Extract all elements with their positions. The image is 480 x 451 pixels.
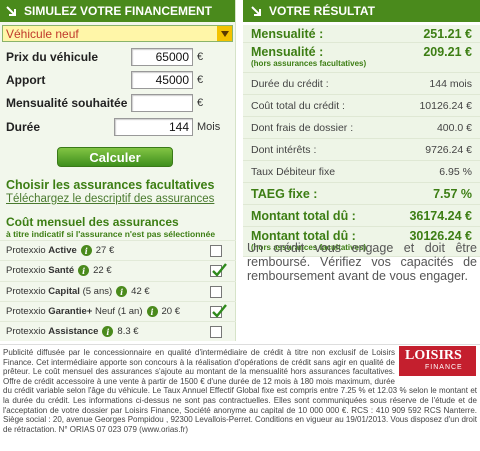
credit-warning: Un crédit vous engage et doit être rembo…	[247, 241, 477, 283]
result-row-duration: Durée du crédit : 144 mois	[243, 73, 480, 95]
fees-value: 400.0 €	[436, 121, 472, 134]
apport-unit: €	[197, 74, 204, 86]
interest-label: Dont intérêts :	[251, 143, 317, 156]
insurance-checkbox-capital[interactable]	[210, 285, 222, 298]
calculate-button[interactable]: Calculer	[57, 147, 173, 167]
result-row-total-cost: Coût total du crédit : 10126.24 €	[243, 95, 480, 117]
result-row-monthly: Mensualité : 251.21 €	[243, 25, 480, 43]
insurance-checkbox-active[interactable]	[210, 244, 222, 257]
insurance-cost-title: Coût mensuel des assurances	[6, 215, 179, 229]
result-panel: VOTRE RÉSULTAT Mensualité : 251.21 € Men…	[243, 0, 480, 257]
total-cost-value: 10126.24 €	[419, 99, 472, 112]
insurance-name: Protexxio Assistance	[6, 326, 99, 337]
insurance-row: Protexxio Capital (5 ans) i 42 €	[0, 281, 236, 301]
total-cost-label: Coût total du crédit :	[251, 99, 345, 112]
rate-value: 6.95 %	[439, 165, 472, 178]
simulation-panel: SIMULEZ VOTRE FINANCEMENT Véhicule neuf …	[0, 0, 236, 341]
insurance-price: 22 €	[93, 265, 112, 276]
apport-input[interactable]: 45000	[131, 71, 193, 89]
monthly-result-label: Mensualité :	[251, 26, 324, 41]
arrow-down-right-icon	[4, 4, 18, 18]
simulation-header-title: SIMULEZ VOTRE FINANCEMENT	[24, 4, 212, 18]
price-row: Prix du véhicule 65000 €	[6, 48, 232, 66]
result-row-interest: Dont intérêts : 9726.24 €	[243, 139, 480, 161]
duration-unit: Mois	[197, 121, 221, 133]
price-unit: €	[197, 51, 204, 63]
insurance-cost-subtitle: à titre indicatif si l'assurance n'est p…	[6, 229, 216, 239]
monthly-result-value: 251.21 €	[423, 26, 472, 41]
result-header-title: VOTRE RÉSULTAT	[269, 4, 375, 18]
vehicle-type-value: Véhicule neuf	[6, 27, 79, 41]
insurance-row: Protexxio Active i 27 €	[0, 240, 236, 260]
legal-text: Publicité diffusée par le concessionnair…	[3, 348, 477, 434]
result-row-taeg: TAEG fixe : 7.57 %	[243, 183, 480, 205]
info-icon[interactable]: i	[146, 306, 158, 317]
rate-label: Taux Débiteur fixe	[251, 165, 336, 178]
insurance-name: Protexxio Active	[6, 245, 77, 256]
insurance-checkbox-sante[interactable]	[210, 262, 227, 277]
monthly-excl-label: Mensualité : (hors assurances facultative…	[251, 45, 367, 68]
taeg-value: 7.57 %	[433, 186, 472, 201]
monthly-unit: €	[197, 97, 204, 109]
interest-value: 9726.24 €	[425, 143, 472, 156]
insurance-price: 27 €	[95, 245, 115, 256]
taeg-label: TAEG fixe :	[251, 186, 318, 201]
total-due-label: Montant total dû :	[251, 208, 356, 223]
insurance-row: Protexxio Garantie+ Neuf (1 an) i 20 €	[0, 301, 236, 321]
fees-label: Dont frais de dossier :	[251, 121, 354, 134]
apport-row: Apport 45000 €	[6, 71, 232, 89]
result-row-total-due: Montant total dû : 36174.24 €	[243, 205, 480, 227]
insurance-download-link[interactable]: Téléchargez le descriptif des assurances	[6, 193, 214, 205]
insurance-name: Protexxio Capital (5 ans)	[6, 286, 113, 297]
info-icon[interactable]: i	[80, 245, 92, 256]
insurance-name: Protexxio Garantie+ Neuf (1 an)	[6, 306, 143, 317]
insurance-checkbox-assistance[interactable]	[210, 325, 222, 338]
legal-footer: LOISIRS FINANCE Publicité diffusée par l…	[0, 344, 480, 451]
insurance-row: Protexxio Santé i 22 €	[0, 260, 236, 280]
insurance-title: Choisir les assurances facultatives	[6, 178, 215, 192]
price-label: Prix du véhicule	[6, 50, 99, 64]
info-icon[interactable]: i	[116, 286, 128, 297]
apport-label: Apport	[6, 73, 46, 87]
duration-result-label: Durée du crédit :	[251, 77, 329, 90]
arrow-down-right-icon	[249, 4, 263, 18]
simulation-header: SIMULEZ VOTRE FINANCEMENT	[0, 0, 235, 22]
total-due-value: 36174.24 €	[409, 208, 472, 223]
result-row-monthly-excl: Mensualité : (hors assurances facultative…	[243, 43, 480, 73]
insurance-price: 8.3 €	[117, 326, 139, 337]
result-row-fees: Dont frais de dossier : 400.0 €	[243, 117, 480, 139]
monthly-row: Mensualité souhaitée €	[6, 94, 232, 112]
result-header: VOTRE RÉSULTAT	[243, 0, 480, 22]
info-icon[interactable]: i	[102, 326, 114, 337]
price-input[interactable]: 65000	[131, 48, 193, 66]
checkmark-icon	[212, 262, 227, 277]
monthly-label: Mensualité souhaitée	[6, 96, 128, 110]
info-icon[interactable]: i	[78, 265, 90, 276]
result-row-rate: Taux Débiteur fixe 6.95 %	[243, 161, 480, 183]
chevron-down-icon[interactable]	[217, 26, 232, 41]
insurance-price: 20 €	[161, 306, 181, 317]
insurance-name: Protexxio Santé	[6, 265, 75, 276]
duration-input[interactable]: 144	[114, 118, 193, 136]
duration-label: Durée	[6, 120, 41, 134]
duration-row: Durée 144 Mois	[6, 118, 232, 136]
monthly-input[interactable]	[131, 94, 193, 112]
vehicle-type-select[interactable]: Véhicule neuf	[2, 25, 233, 42]
checkmark-icon	[212, 303, 227, 318]
insurance-checkbox-garantie[interactable]	[210, 303, 227, 318]
insurance-row: Protexxio Assistance i 8.3 €	[0, 321, 236, 341]
monthly-excl-value: 209.21 €	[423, 45, 472, 59]
duration-result-value: 144 mois	[429, 77, 472, 90]
insurance-price: 42 €	[131, 286, 150, 297]
